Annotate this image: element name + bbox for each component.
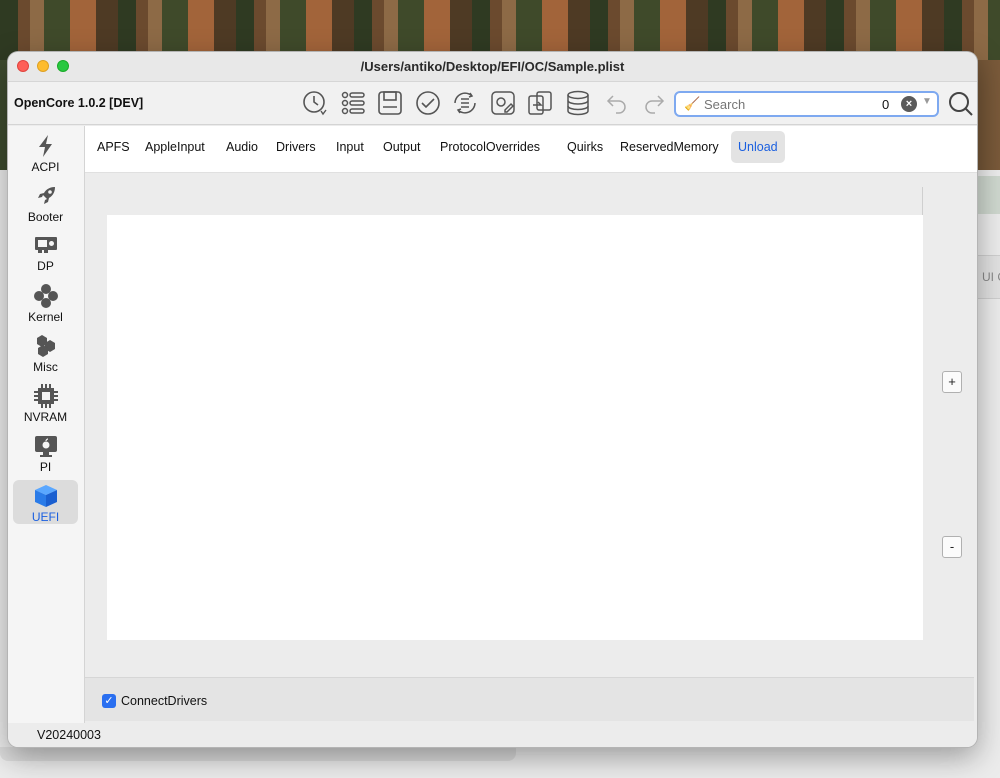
toolbar: OpenCore 1.0.2 [DEV] 🧹 Search 0 × ▼: [8, 82, 977, 125]
sidebar-item-label: UEFI: [31, 510, 60, 524]
title-bar: /Users/antiko/Desktop/EFI/OC/Sample.plis…: [8, 52, 977, 82]
background-window-strip: [976, 176, 1000, 214]
connect-drivers-checkbox[interactable]: ✓: [102, 694, 116, 708]
sidebar-item-label: ACPI: [31, 160, 60, 174]
background-window-tab: UI C: [976, 255, 1000, 299]
tab-audio[interactable]: Audio: [220, 131, 264, 163]
sidebar-item-nvram[interactable]: NVRAM: [13, 380, 78, 424]
table-header: [107, 187, 923, 215]
bolt-icon: [38, 135, 52, 157]
history-icon[interactable]: [302, 90, 328, 116]
chevron-down-icon[interactable]: ▼: [922, 96, 932, 107]
undo-icon[interactable]: [604, 90, 630, 116]
tab-appleinput[interactable]: AppleInput: [139, 131, 211, 163]
unload-table[interactable]: [107, 215, 923, 640]
tab-quirks[interactable]: Quirks: [561, 131, 609, 163]
gpu-icon: [34, 237, 57, 253]
tab-output[interactable]: Output: [377, 131, 427, 163]
main-window: /Users/antiko/Desktop/EFI/OC/Sample.plis…: [8, 52, 977, 747]
desktop-wallpaper: [0, 0, 1000, 60]
hexagons-icon: [36, 335, 55, 357]
tab-input[interactable]: Input: [330, 131, 370, 163]
sidebar-item-label: Kernel: [28, 310, 63, 324]
sidebar-item-label: DP: [37, 259, 54, 273]
search-field[interactable]: 🧹 0 × ▼: [674, 91, 939, 117]
list-icon[interactable]: [340, 90, 366, 116]
search-input[interactable]: [704, 96, 854, 113]
check-icon[interactable]: [415, 90, 441, 116]
tab-reservedmemory[interactable]: ReservedMemory: [614, 131, 725, 163]
clear-icon[interactable]: ×: [901, 96, 917, 112]
sidebar: ACPI Booter DP Kernel Misc NVRAM PI UEFI: [8, 126, 85, 723]
chip-icon: [33, 384, 58, 408]
rocket-icon: [37, 187, 55, 204]
save-icon[interactable]: [377, 90, 403, 116]
sidebar-item-pi[interactable]: PI: [13, 430, 78, 474]
add-button[interactable]: +: [942, 371, 962, 393]
gear-edit-icon[interactable]: [490, 90, 516, 116]
content-area: APFS AppleInput Audio Drivers Input Outp…: [85, 126, 977, 723]
connect-drivers-label[interactable]: ConnectDrivers: [121, 694, 207, 708]
app-name: OpenCore 1.0.2 [DEV]: [14, 96, 144, 110]
tab-drivers[interactable]: Drivers: [270, 131, 322, 163]
tab-protocoloverrides[interactable]: ProtocolOverrides: [434, 131, 546, 163]
window-title: /Users/antiko/Desktop/EFI/OC/Sample.plis…: [360, 59, 625, 74]
broom-icon: 🧹: [684, 96, 701, 111]
sidebar-item-booter[interactable]: Booter: [13, 180, 78, 224]
sidebar-item-label: NVRAM: [23, 410, 68, 424]
sidebar-item-dp[interactable]: DP: [13, 229, 78, 273]
version-label: V20240003: [37, 728, 101, 742]
sidebar-item-label: Misc: [33, 360, 58, 374]
sidebar-item-kernel[interactable]: Kernel: [13, 280, 78, 324]
search-icon[interactable]: [948, 91, 974, 117]
compare-icon[interactable]: [527, 90, 553, 116]
tab-unload[interactable]: Unload: [731, 131, 785, 163]
status-bar: V20240003: [8, 723, 977, 747]
redo-icon[interactable]: [641, 90, 667, 116]
sidebar-item-acpi[interactable]: ACPI: [13, 130, 78, 174]
cube-icon: [34, 485, 57, 507]
background-window-lower-edge: [0, 747, 516, 761]
apple-monitor-icon: [34, 436, 57, 457]
search-result-count: 0: [882, 97, 890, 112]
sidebar-item-uefi[interactable]: UEFI: [13, 480, 78, 524]
tab-bar: APFS AppleInput Audio Drivers Input Outp…: [85, 126, 977, 173]
sidebar-item-misc[interactable]: Misc: [13, 330, 78, 374]
remove-button[interactable]: -: [942, 536, 962, 558]
refresh-list-icon[interactable]: [452, 90, 478, 116]
tab-apfs[interactable]: APFS: [91, 131, 136, 163]
database-icon[interactable]: [565, 90, 591, 116]
options-bar: ✓ ConnectDrivers: [85, 677, 974, 721]
sidebar-item-label: PI: [39, 460, 52, 474]
sidebar-item-label: Booter: [27, 210, 64, 224]
kernel-icon: [33, 284, 58, 308]
